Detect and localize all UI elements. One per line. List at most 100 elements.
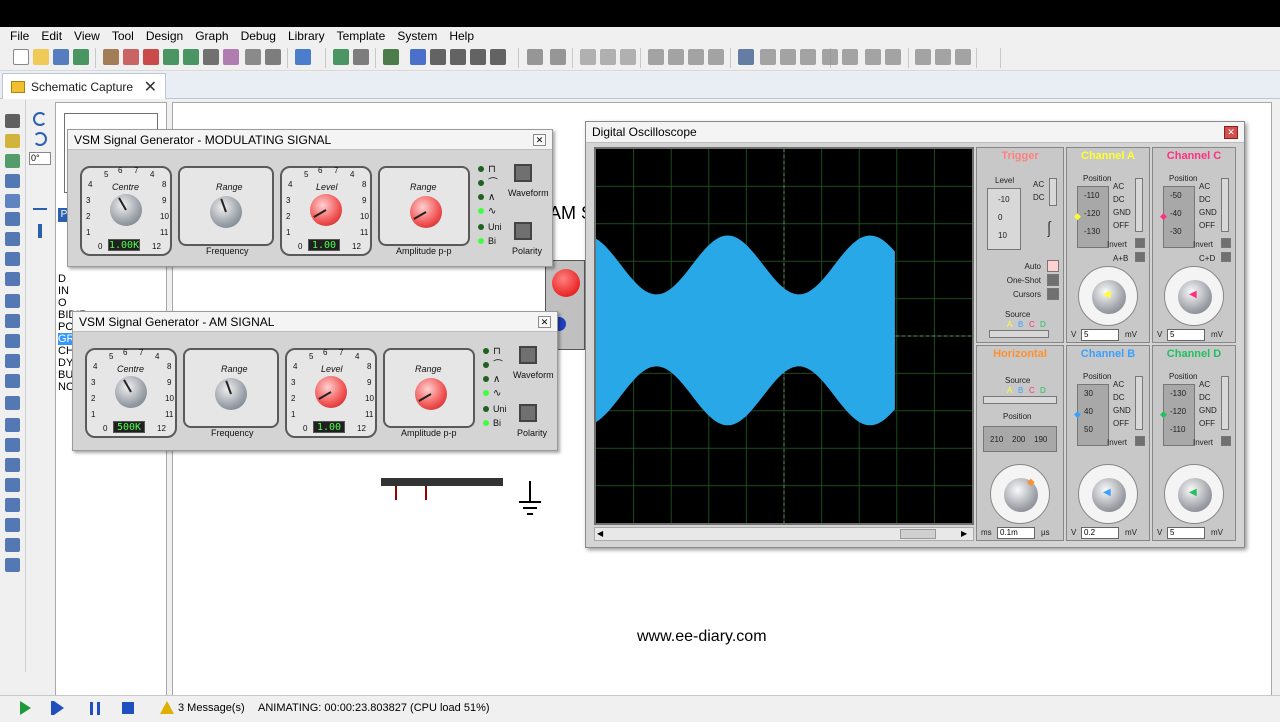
chip-icon[interactable]	[143, 49, 159, 65]
menu-debug[interactable]: Debug	[235, 27, 282, 45]
menu-library[interactable]: Library	[282, 27, 331, 45]
play-button[interactable]	[20, 701, 31, 715]
make-device-icon[interactable]	[760, 49, 776, 65]
coupling-switch[interactable]	[1049, 178, 1057, 206]
device-pin-icon[interactable]	[5, 272, 20, 286]
volts-div-knob[interactable]: ◀	[1078, 464, 1138, 524]
source-a[interactable]: A	[1007, 320, 1012, 329]
position-slider[interactable]: -110 -120 -130 ◆	[1074, 186, 1109, 248]
notes-icon[interactable]	[265, 49, 281, 65]
flip-horizontal-icon[interactable]	[33, 208, 47, 218]
position-slider[interactable]: 30 40 50 ◆	[1074, 384, 1109, 446]
horizontal-source-slider[interactable]	[983, 396, 1057, 404]
buses-icon[interactable]	[5, 212, 20, 226]
close-button[interactable]: ✕	[538, 316, 551, 328]
amplitude-knob[interactable]	[410, 196, 442, 228]
bom-icon[interactable]	[245, 49, 261, 65]
cut-icon[interactable]	[580, 49, 596, 65]
help-icon[interactable]	[295, 49, 311, 65]
source-d[interactable]: D	[1040, 320, 1046, 329]
print-icon[interactable]	[203, 49, 219, 65]
one-shot-button[interactable]	[1047, 274, 1059, 286]
refresh-icon[interactable]	[333, 49, 349, 65]
undo-icon[interactable]	[527, 49, 543, 65]
packaging-icon[interactable]	[780, 49, 796, 65]
circle-icon[interactable]	[5, 458, 20, 472]
zoom-out-icon[interactable]	[450, 49, 466, 65]
forward-icon[interactable]	[183, 49, 199, 65]
volts-div-knob[interactable]: ◀	[1078, 266, 1138, 326]
amplitude-knob[interactable]	[415, 378, 447, 410]
box-icon[interactable]	[5, 438, 20, 452]
copy-icon[interactable]	[600, 49, 616, 65]
source-b[interactable]: B	[1018, 320, 1023, 329]
rotate-cw-icon[interactable]	[33, 112, 47, 126]
save-icon[interactable]	[53, 49, 69, 65]
invert-button[interactable]	[1135, 436, 1145, 446]
invert-button[interactable]	[1221, 436, 1231, 446]
source-slider[interactable]	[989, 330, 1049, 338]
step-button[interactable]	[54, 701, 64, 715]
trigger-level-slider[interactable]: -10 0 10	[987, 188, 1021, 250]
object-list-item[interactable]: O	[58, 297, 164, 309]
coupling-switch[interactable]	[1221, 178, 1229, 232]
block-rotate-icon[interactable]	[688, 49, 704, 65]
source-d[interactable]: D	[1040, 386, 1046, 395]
arc-icon[interactable]	[5, 478, 20, 492]
polarity-button[interactable]	[519, 404, 537, 422]
menu-help[interactable]: Help	[443, 27, 480, 45]
warning-icon[interactable]	[160, 701, 174, 714]
menu-edit[interactable]: Edit	[35, 27, 68, 45]
menu-graph[interactable]: Graph	[189, 27, 234, 45]
coupling-switch[interactable]	[1135, 178, 1143, 232]
source-b[interactable]: B	[1018, 386, 1023, 395]
horizontal-scrollbar[interactable]: ◀ ▶	[594, 527, 974, 541]
close-icon[interactable]: ✕	[144, 77, 157, 97]
new-file-icon[interactable]	[13, 49, 29, 65]
voltage-probe-icon[interactable]	[5, 354, 20, 368]
scroll-right-arrow[interactable]: ▶	[961, 529, 967, 538]
close-button[interactable]: ✕	[1224, 126, 1238, 139]
marker-icon[interactable]	[5, 558, 20, 572]
time-div-knob[interactable]: ◆	[990, 464, 1050, 524]
messages-count[interactable]: 3 Message(s)	[178, 702, 245, 714]
import-icon[interactable]	[73, 49, 89, 65]
coupling-switch[interactable]	[1221, 376, 1229, 430]
layers-icon[interactable]	[223, 49, 239, 65]
pan-icon[interactable]	[410, 49, 426, 65]
object-list-item[interactable]: D	[58, 273, 164, 285]
source-c[interactable]: C	[1029, 386, 1035, 395]
centre-knob[interactable]	[115, 376, 147, 408]
horizontal-position-slider[interactable]: 210 200 190	[983, 426, 1057, 452]
exit-sheet-icon[interactable]	[935, 49, 951, 65]
scroll-left-arrow[interactable]: ◀	[597, 529, 603, 538]
home-icon[interactable]	[103, 49, 119, 65]
source-c[interactable]: C	[1029, 320, 1035, 329]
text-script-icon[interactable]	[5, 194, 20, 208]
junction-icon[interactable]	[5, 154, 20, 168]
selection-mode-icon[interactable]	[5, 114, 20, 128]
zoom-in-icon[interactable]	[430, 49, 446, 65]
level-knob[interactable]	[310, 194, 342, 226]
current-probe-icon[interactable]	[5, 374, 20, 388]
tab-schematic-capture[interactable]: Schematic Capture ✕	[2, 73, 166, 99]
origin-icon[interactable]	[383, 49, 399, 65]
zoom-all-icon[interactable]	[470, 49, 486, 65]
remove-sheet-icon[interactable]	[915, 49, 931, 65]
menu-design[interactable]: Design	[140, 27, 189, 45]
terminal-icon[interactable]	[5, 252, 20, 266]
invert-button[interactable]	[1135, 238, 1145, 248]
subcircuit-icon[interactable]	[5, 232, 20, 246]
menu-tool[interactable]: Tool	[106, 27, 140, 45]
zoom-area-icon[interactable]	[490, 49, 506, 65]
line-icon[interactable]	[5, 418, 20, 432]
paste-icon[interactable]	[620, 49, 636, 65]
flip-vertical-icon[interactable]	[38, 224, 42, 238]
wire-autorouter-icon[interactable]	[822, 49, 838, 65]
object-list-item[interactable]: IN	[58, 285, 164, 297]
a-plus_b-button[interactable]	[1135, 252, 1145, 262]
generator-icon[interactable]	[5, 334, 20, 348]
polarity-button[interactable]	[514, 222, 532, 240]
graph-icon[interactable]	[5, 294, 20, 308]
position-slider[interactable]: -50 -40 -30 ◆	[1160, 186, 1195, 248]
